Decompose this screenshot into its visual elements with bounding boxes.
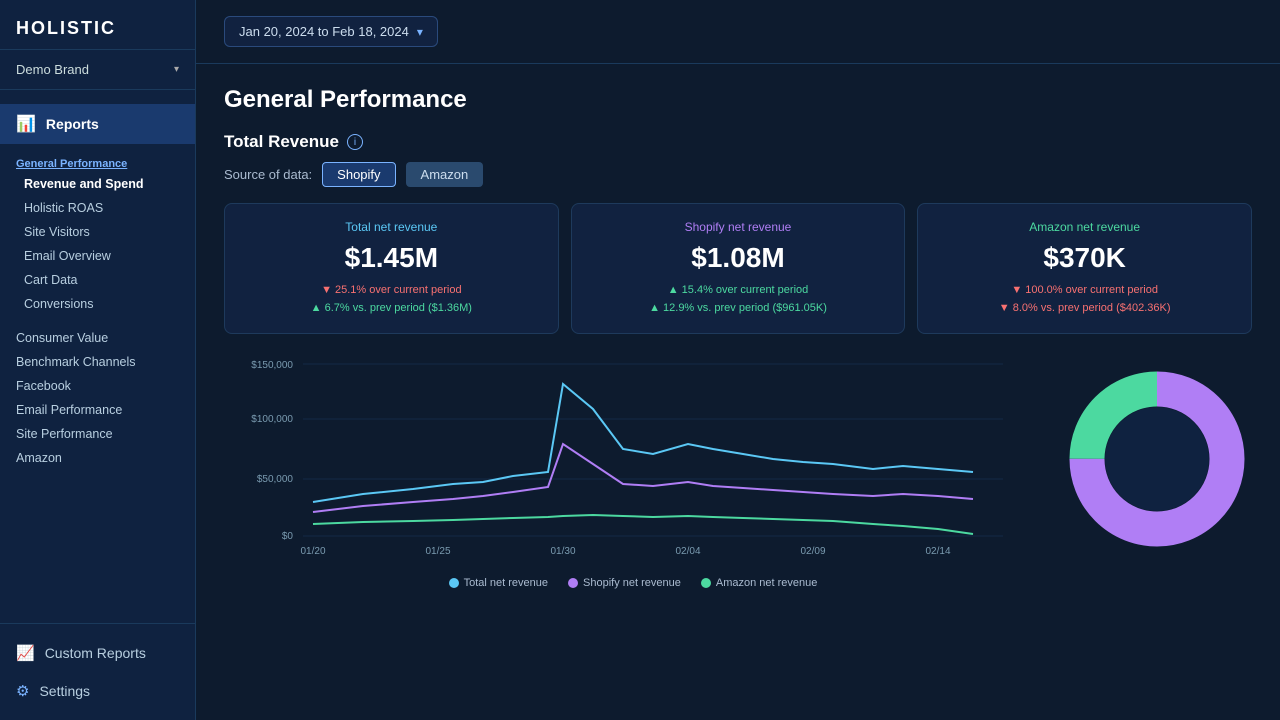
svg-text:$100,000: $100,000: [251, 414, 293, 425]
source-label: Source of data:: [224, 167, 312, 182]
line-chart: $150,000 $100,000 $50,000 $0 01/20 01/25…: [224, 354, 1042, 564]
legend-shopify: Shopify net revenue: [568, 577, 681, 589]
metric-shopify-value: $1.08M: [588, 242, 889, 274]
sidebar-item-conversions[interactable]: Conversions: [0, 292, 195, 316]
metric-card-total: Total net revenue $1.45M ▼ 25.1% over cu…: [224, 203, 559, 334]
bar-chart-icon: 📊: [16, 114, 36, 134]
metric-shopify-title: Shopify net revenue: [588, 220, 889, 234]
svg-text:$0: $0: [282, 531, 294, 542]
metric-total-title: Total net revenue: [241, 220, 542, 234]
custom-reports-icon: 📈: [16, 644, 35, 662]
line-chart-container: $150,000 $100,000 $50,000 $0 01/20 01/25…: [224, 354, 1042, 589]
chevron-down-icon: ▾: [174, 64, 179, 75]
sidebar-item-amazon[interactable]: Amazon: [0, 446, 195, 470]
legend-amazon-dot: [701, 578, 711, 588]
metric-cards: Total net revenue $1.45M ▼ 25.1% over cu…: [224, 203, 1252, 334]
metric-total-changes: ▼ 25.1% over current period ▲ 6.7% vs. p…: [241, 282, 542, 317]
custom-reports-label: Custom Reports: [45, 645, 146, 661]
svg-text:02/09: 02/09: [800, 546, 825, 557]
sidebar: HOLISTIC Demo Brand ▾ 📊 Reports General …: [0, 0, 196, 720]
chevron-down-icon: ▾: [417, 25, 423, 39]
donut-chart-container: [1062, 354, 1252, 554]
other-nav-items: Consumer Value Benchmark Channels Facebo…: [0, 320, 195, 476]
metric-shopify-change2: ▲ 12.9% vs. prev period ($961.05K): [588, 300, 889, 318]
top-bar: Jan 20, 2024 to Feb 18, 2024 ▾: [196, 0, 1280, 64]
brand-selector[interactable]: Demo Brand ▾: [0, 50, 195, 90]
section-title-row: Total Revenue i: [224, 132, 1252, 152]
custom-reports-nav-item[interactable]: 📈 Custom Reports: [0, 634, 195, 672]
metric-card-amazon: Amazon net revenue $370K ▼ 100.0% over c…: [917, 203, 1252, 334]
legend-amazon-label: Amazon net revenue: [716, 577, 818, 589]
sidebar-item-revenue-and-spend[interactable]: Revenue and Spend: [0, 172, 195, 196]
sidebar-item-site-visitors[interactable]: Site Visitors: [0, 220, 195, 244]
nav-bottom: 📈 Custom Reports ⚙ Settings: [0, 623, 195, 720]
metric-total-change2: ▲ 6.7% vs. prev period ($1.36M): [241, 300, 542, 318]
svg-text:02/04: 02/04: [675, 546, 700, 557]
source-shopify-button[interactable]: Shopify: [322, 162, 395, 187]
svg-text:02/14: 02/14: [925, 546, 950, 557]
legend-total-label: Total net revenue: [464, 577, 548, 589]
reports-label: Reports: [46, 116, 99, 132]
info-icon[interactable]: i: [347, 134, 363, 150]
legend-shopify-label: Shopify net revenue: [583, 577, 681, 589]
settings-label: Settings: [39, 683, 90, 699]
svg-text:01/20: 01/20: [300, 546, 325, 557]
metric-amazon-value: $370K: [934, 242, 1235, 274]
legend-shopify-dot: [568, 578, 578, 588]
chart-legend: Total net revenue Shopify net revenue Am…: [224, 577, 1042, 589]
app-logo: HOLISTIC: [16, 18, 179, 39]
source-row: Source of data: Shopify Amazon: [224, 162, 1252, 187]
total-revenue-line: [313, 384, 973, 502]
donut-chart: [1062, 364, 1252, 554]
section-title: Total Revenue: [224, 132, 339, 152]
sidebar-item-email-overview[interactable]: Email Overview: [0, 244, 195, 268]
source-amazon-button[interactable]: Amazon: [406, 162, 484, 187]
svg-text:$150,000: $150,000: [251, 360, 293, 371]
brand-name: Demo Brand: [16, 62, 89, 77]
svg-text:$50,000: $50,000: [257, 474, 294, 485]
legend-total: Total net revenue: [449, 577, 548, 589]
chart-area: $150,000 $100,000 $50,000 $0 01/20 01/25…: [224, 354, 1252, 589]
sidebar-item-site-performance[interactable]: Site Performance: [0, 422, 195, 446]
page-title: General Performance: [224, 86, 1252, 114]
main-content: Jan 20, 2024 to Feb 18, 2024 ▾ General P…: [196, 0, 1280, 720]
legend-total-dot: [449, 578, 459, 588]
gear-icon: ⚙: [16, 682, 29, 700]
date-range-text: Jan 20, 2024 to Feb 18, 2024: [239, 24, 409, 39]
svg-text:01/30: 01/30: [550, 546, 575, 557]
sidebar-item-holistic-roas[interactable]: Holistic ROAS: [0, 196, 195, 220]
sidebar-item-consumer-value[interactable]: Consumer Value: [0, 326, 195, 350]
amazon-revenue-line: [313, 515, 973, 534]
page-content: General Performance Total Revenue i Sour…: [196, 64, 1280, 720]
metric-total-change1: ▼ 25.1% over current period: [241, 282, 542, 300]
reports-nav-item[interactable]: 📊 Reports: [0, 104, 195, 144]
metric-amazon-title: Amazon net revenue: [934, 220, 1235, 234]
date-range-picker[interactable]: Jan 20, 2024 to Feb 18, 2024 ▾: [224, 16, 438, 47]
metric-card-shopify: Shopify net revenue $1.08M ▲ 15.4% over …: [571, 203, 906, 334]
sidebar-item-facebook[interactable]: Facebook: [0, 374, 195, 398]
metric-shopify-change1: ▲ 15.4% over current period: [588, 282, 889, 300]
general-performance-group-title[interactable]: General Performance: [0, 152, 195, 172]
svg-text:01/25: 01/25: [425, 546, 450, 557]
metric-shopify-changes: ▲ 15.4% over current period ▲ 12.9% vs. …: [588, 282, 889, 317]
sidebar-item-email-performance[interactable]: Email Performance: [0, 398, 195, 422]
shopify-revenue-line: [313, 444, 973, 512]
settings-nav-item[interactable]: ⚙ Settings: [0, 672, 195, 710]
legend-amazon: Amazon net revenue: [701, 577, 818, 589]
metric-total-value: $1.45M: [241, 242, 542, 274]
metric-amazon-change1: ▼ 100.0% over current period: [934, 282, 1235, 300]
nav-reports-section: 📊 Reports General Performance Revenue an…: [0, 90, 195, 486]
logo-area: HOLISTIC: [0, 0, 195, 50]
sidebar-item-cart-data[interactable]: Cart Data: [0, 268, 195, 292]
sidebar-item-benchmark-channels[interactable]: Benchmark Channels: [0, 350, 195, 374]
metric-amazon-changes: ▼ 100.0% over current period ▼ 8.0% vs. …: [934, 282, 1235, 317]
metric-amazon-change2: ▼ 8.0% vs. prev period ($402.36K): [934, 300, 1235, 318]
general-performance-group: General Performance Revenue and Spend Ho…: [0, 148, 195, 320]
